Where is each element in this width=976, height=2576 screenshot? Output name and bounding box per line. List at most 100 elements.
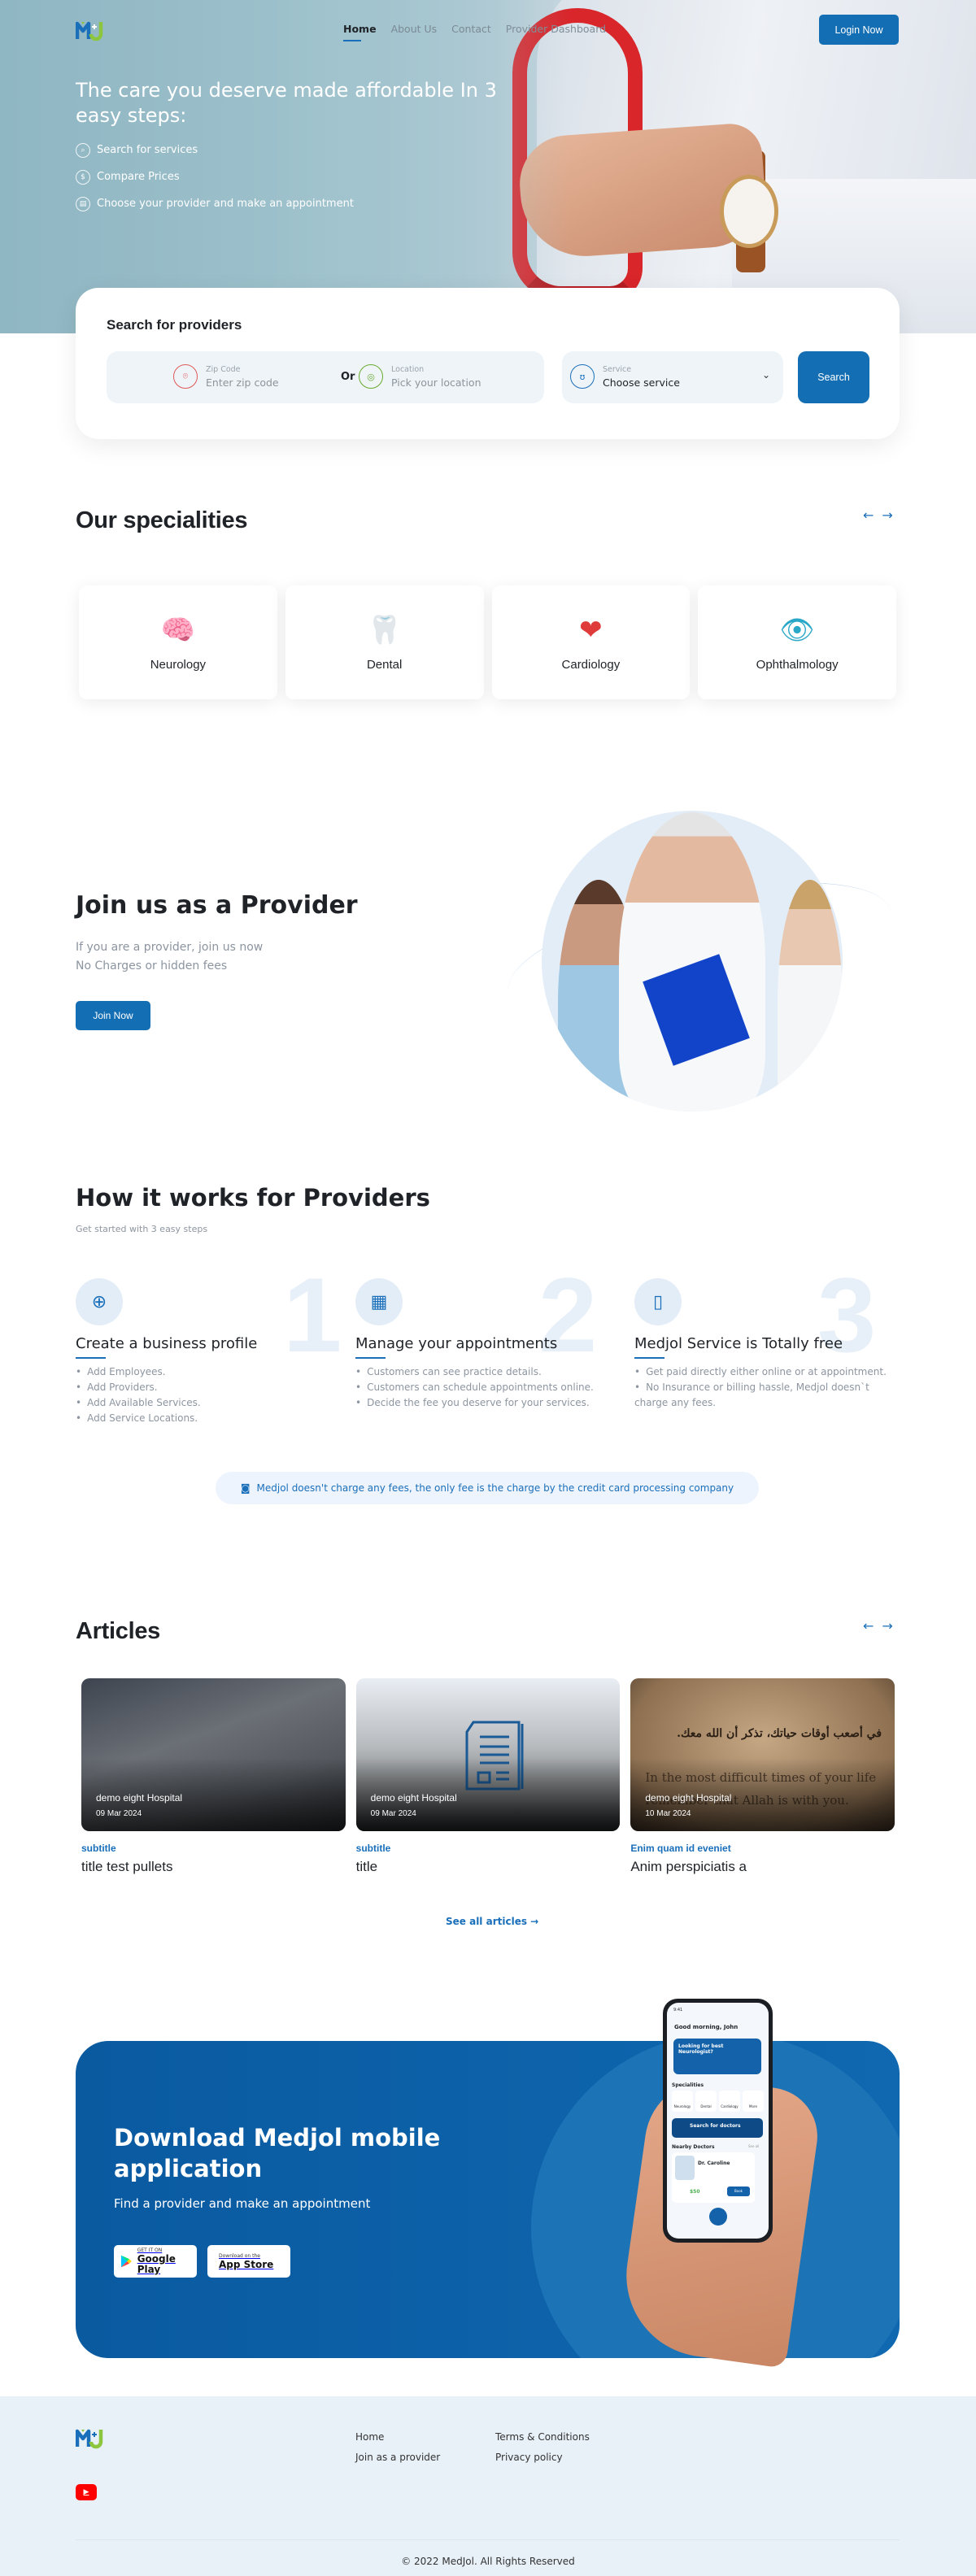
phone-book-button: Book — [727, 2187, 750, 2196]
step-bullet: Add Employees. — [76, 1364, 201, 1380]
zip-pin-icon: ⌾ — [173, 364, 198, 389]
phone-search-banner: Search for doctors — [672, 2118, 763, 2138]
search-button[interactable]: Search — [798, 351, 869, 403]
phone-doctor-name: Dr. Caroline — [698, 2160, 730, 2166]
step-bullet: Add Available Services. — [76, 1395, 201, 1411]
service-label: Service — [603, 364, 632, 374]
article-hospital: demo eight Hospital — [96, 1792, 183, 1804]
search-card: Search for providers ⌾ Zip Code Enter zi… — [76, 288, 900, 439]
zip-code-field[interactable]: ⌾ Zip Code Enter zip code — [173, 364, 279, 389]
app-store-big: App Store — [219, 2258, 274, 2270]
zip-code-input[interactable]: Enter zip code — [206, 376, 279, 389]
app-store-button[interactable]: Download on the App Store — [207, 2245, 290, 2278]
step-underline — [355, 1357, 386, 1359]
article-card[interactable]: في أصعب أوقات حياتك، تذكر أن الله معك. I… — [630, 1678, 895, 1875]
mobile-check-icon: ▯ — [634, 1278, 682, 1325]
phone-spec: Cardiology — [719, 2091, 740, 2112]
nav-contact[interactable]: Contact — [451, 23, 491, 35]
phone-spec: More — [743, 2091, 764, 2112]
step-bullet: Get paid directly either online or at ap… — [634, 1364, 895, 1380]
youtube-icon[interactable]: ▶ — [76, 2484, 97, 2500]
nav-provider-dashboard[interactable]: Provider Dashboard — [506, 23, 606, 35]
arrow-left-icon[interactable]: ← — [863, 1618, 874, 1634]
article-hospital: demo eight Hospital — [370, 1792, 457, 1804]
article-title: title — [355, 1859, 378, 1874]
fees-notice-text: Medjol doesn't charge any fees, the only… — [256, 1482, 734, 1494]
step-bullet: Add Providers. — [76, 1380, 201, 1395]
google-play-button[interactable]: GET IT ON Google Play — [114, 2245, 197, 2278]
step-title: Manage your appointments — [355, 1335, 558, 1352]
google-play-icon — [120, 2255, 132, 2268]
nav-about-us[interactable]: About Us — [391, 23, 438, 35]
footer-logo[interactable] — [76, 2427, 108, 2450]
arrow-left-icon[interactable]: ← — [863, 507, 874, 523]
phone-price: $50 — [690, 2189, 700, 2195]
see-all-label: See all articles — [446, 1916, 527, 1927]
service-select[interactable]: ʊ Service Choose service ⌄ — [562, 351, 783, 403]
article-date: 10 Mar 2024 — [645, 1809, 691, 1818]
or-separator: Or — [341, 371, 355, 383]
profile-search-icon: ⊕ — [76, 1278, 123, 1325]
stethoscope-icon: ʊ — [570, 364, 595, 389]
arrow-right-icon[interactable]: → — [882, 1618, 892, 1634]
step-title: Medjol Service is Totally free — [634, 1335, 843, 1352]
article-date: 09 Mar 2024 — [96, 1809, 142, 1818]
phone-see-all: See all — [748, 2144, 760, 2148]
login-button[interactable]: Login Now — [819, 15, 899, 45]
how-it-works-title: How it works for Providers — [76, 1184, 430, 1212]
footer-link-join-provider[interactable]: Join as a provider — [355, 2448, 440, 2468]
dollar-icon: $ — [76, 169, 90, 185]
phone-greeting: Good morning, John — [674, 2024, 739, 2030]
providers-team-image — [542, 811, 843, 1112]
footer-links-col-2: Terms & Conditions Privacy policy — [495, 2427, 590, 2468]
specialities-list: 🧠 Neurology 🦷 Dental ❤ Cardiology 👁 Opht… — [76, 577, 900, 707]
article-card[interactable]: demo eight Hospital 09 Mar 2024 subtitle… — [355, 1678, 621, 1875]
heart-organ-icon: ❤ — [579, 613, 603, 646]
location-input[interactable]: Pick your location — [391, 376, 481, 389]
phone-doctor-card: Dr. Caroline $50 Book — [672, 2152, 755, 2203]
speciality-card-dental[interactable]: 🦷 Dental — [285, 585, 484, 699]
main-nav: Home About Us Contact Provider Dashboard — [343, 23, 606, 41]
article-card[interactable]: demo eight Hospital 09 Mar 2024 subtitle… — [81, 1678, 346, 1875]
provider-line-1: If you are a provider, join us now — [76, 941, 264, 954]
nav-home[interactable]: Home — [343, 23, 377, 41]
speciality-card-neurology[interactable]: 🧠 Neurology — [79, 585, 277, 699]
article-subtitle: Enim quam id eveniet — [630, 1843, 731, 1854]
article-title: title test pullets — [81, 1859, 173, 1874]
brand-logo[interactable] — [76, 20, 108, 42]
phone-spec-list: Neurology Dental Cardiology More — [672, 2091, 764, 2112]
footer-link-privacy[interactable]: Privacy policy — [495, 2448, 590, 2468]
step-title: Create a business profile — [76, 1335, 258, 1352]
search-icon: ⌕ — [76, 142, 90, 158]
articles-title: Articles — [76, 1618, 160, 1644]
tooth-icon: 🦷 — [367, 613, 402, 646]
arrow-right-icon: → — [530, 1916, 539, 1927]
hero-title: The care you deserve made affordable In … — [76, 79, 497, 127]
calendar-icon: ▤ — [76, 196, 90, 211]
article-subtitle: subtitle — [81, 1843, 116, 1854]
location-label: Location — [391, 364, 425, 374]
footer-links-col-1: Home Join as a provider — [355, 2427, 440, 2468]
arrow-right-icon[interactable]: → — [882, 507, 892, 523]
footer-link-home[interactable]: Home — [355, 2427, 440, 2448]
provider-line-2: No Charges or hidden fees — [76, 959, 228, 973]
step-bullet: Decide the fee you deserve for your serv… — [355, 1395, 594, 1411]
footer-divider — [76, 2539, 900, 2540]
provider-description: If you are a provider, join us now No Ch… — [76, 938, 263, 976]
hero-steps: ⌕ Search for services $ Compare Prices ▤… — [76, 137, 354, 217]
see-all-articles-link[interactable]: See all articles → — [446, 1916, 538, 1927]
brain-icon: 🧠 — [160, 613, 196, 646]
fees-notice: ◙ Medjol doesn't charge any fees, the on… — [216, 1472, 759, 1504]
search-title: Search for providers — [107, 317, 242, 333]
footer-link-terms[interactable]: Terms & Conditions — [495, 2427, 590, 2448]
article-image-car: demo eight Hospital 09 Mar 2024 — [81, 1678, 346, 1831]
article-title: Anim perspiciatis a — [630, 1859, 747, 1874]
service-selected-value: Choose service — [603, 376, 680, 389]
service-field: ʊ Service Choose service — [570, 364, 680, 389]
speciality-card-cardiology[interactable]: ❤ Cardiology — [491, 585, 691, 699]
step-bullet: Customers can see practice details. — [355, 1364, 594, 1380]
location-field[interactable]: ◎ Location Pick your location — [359, 364, 481, 389]
provider-title: Join us as a Provider — [76, 891, 358, 920]
join-now-button[interactable]: Join Now — [76, 1001, 150, 1030]
speciality-card-ophthalmology[interactable]: 👁 Ophthalmology — [698, 585, 896, 699]
